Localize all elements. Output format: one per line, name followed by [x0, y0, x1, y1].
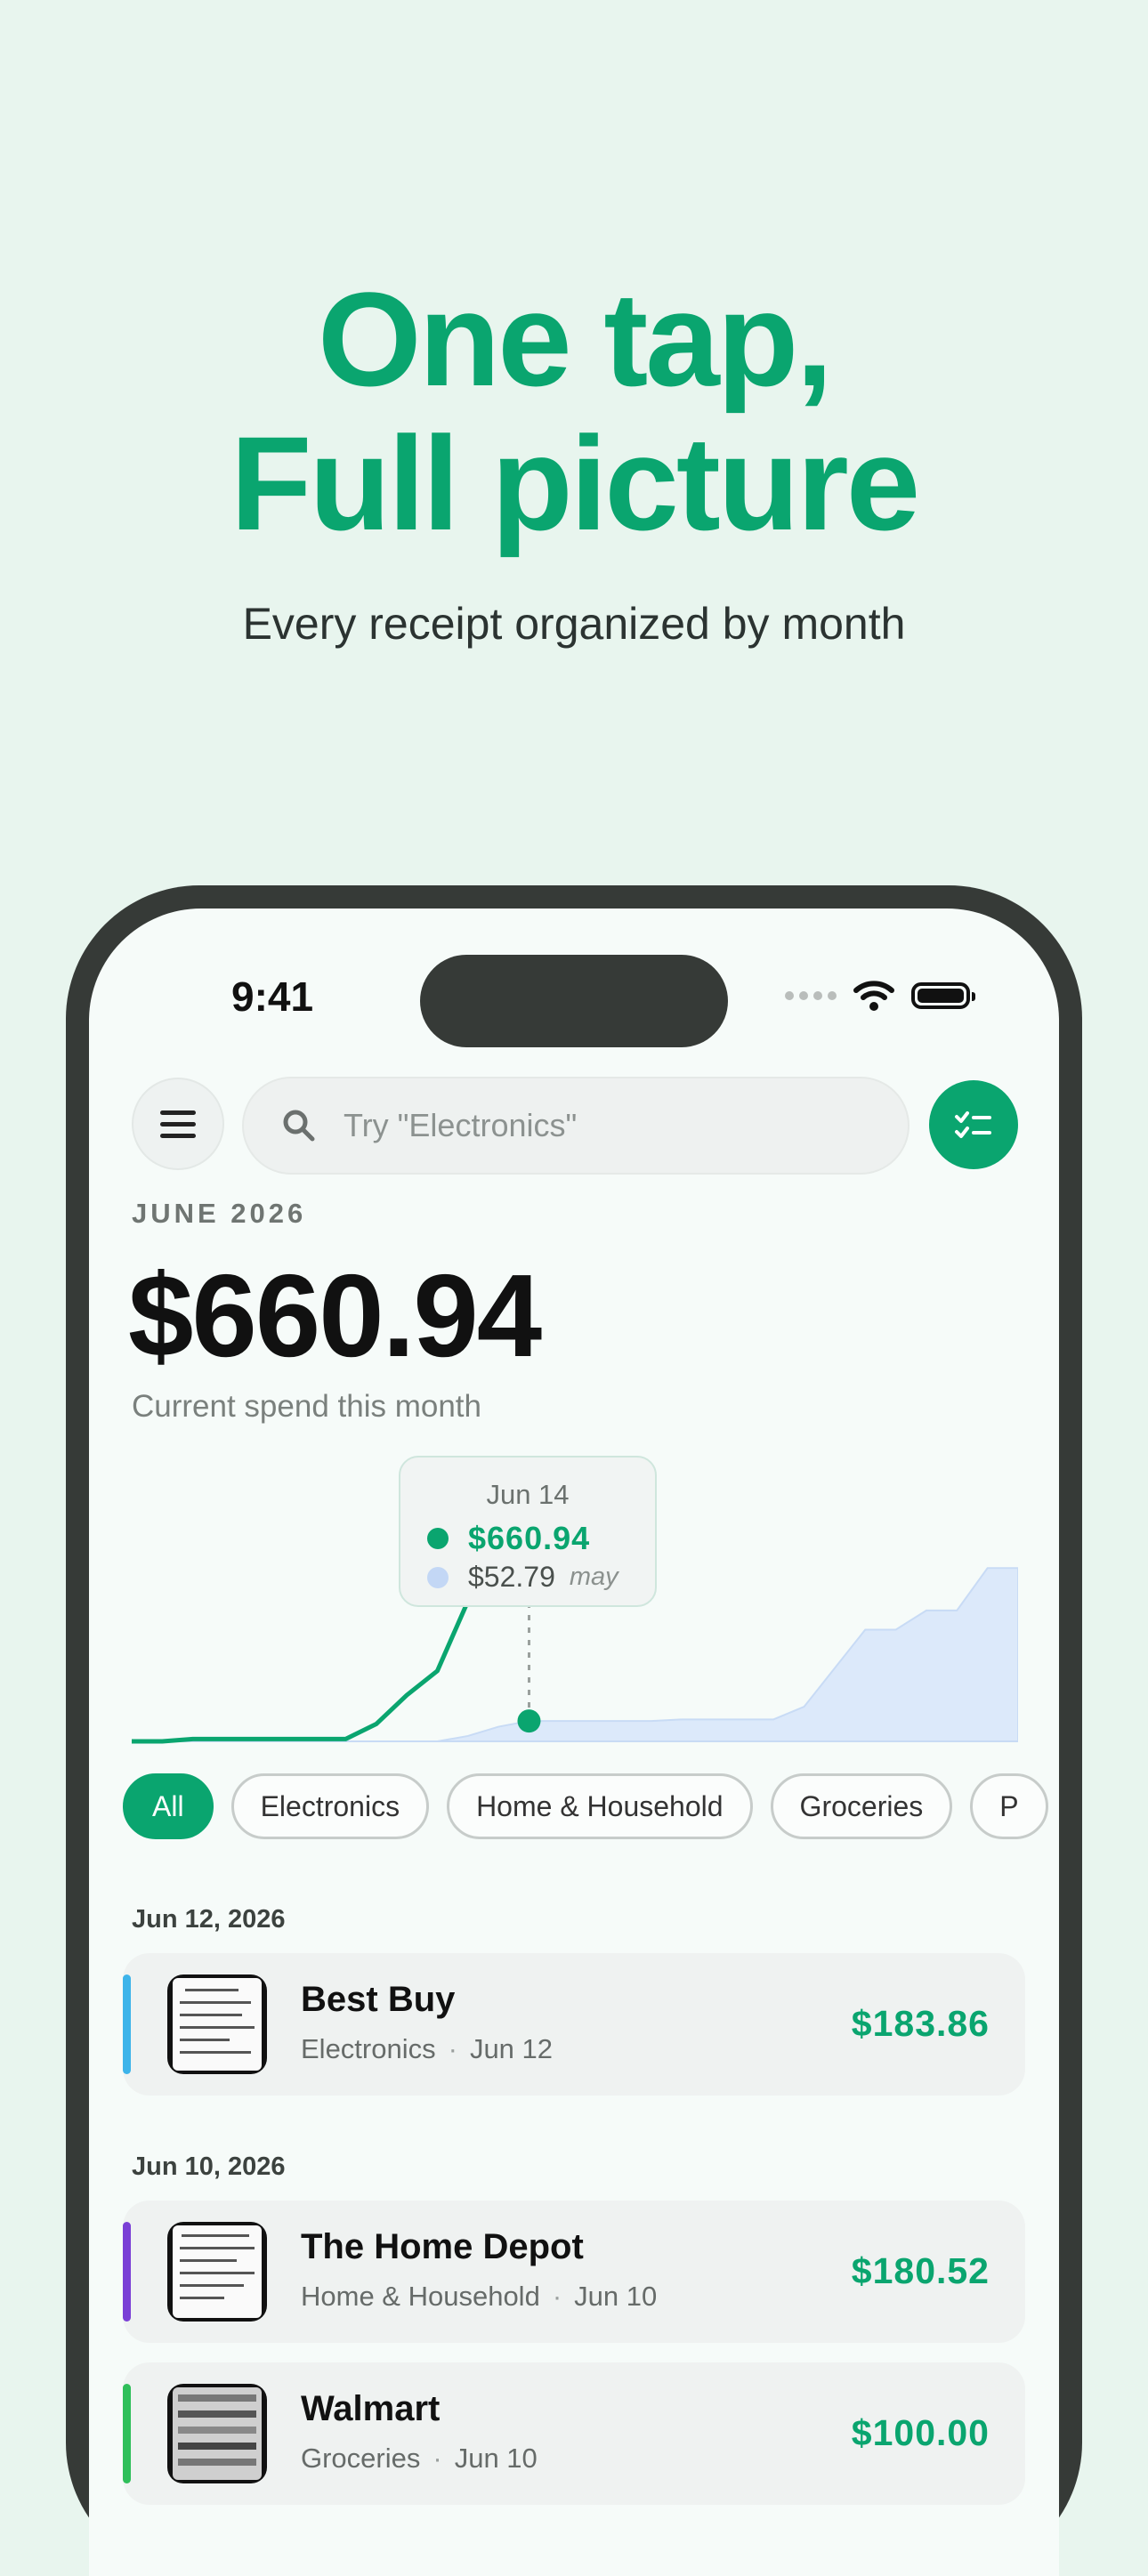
tooltip-previous-value: $52.79 — [468, 1561, 555, 1593]
filter-chip-overflow[interactable]: P — [970, 1773, 1048, 1839]
wifi-icon — [853, 981, 894, 1011]
category-color-bar — [123, 2222, 131, 2322]
receipt-category: Home & Household — [301, 2281, 540, 2312]
hero-title-line-1: One tap, — [317, 264, 833, 414]
total-caption: Current spend this month — [132, 1389, 481, 1424]
signal-icon — [785, 991, 837, 1000]
filter-button[interactable] — [929, 1080, 1018, 1169]
tooltip-current-row: $660.94 — [427, 1520, 590, 1557]
receipt-meta: Groceries · Jun 10 — [301, 2443, 538, 2475]
hero-subtitle: Every receipt organized by month — [242, 599, 906, 649]
receipt-meta: Home & Household · Jun 10 — [301, 2281, 657, 2313]
merchant-name: The Home Depot — [301, 2227, 584, 2266]
tooltip-date: Jun 14 — [486, 1479, 570, 1510]
tooltip-previous-label: may — [569, 1563, 618, 1591]
search-icon — [283, 1110, 315, 1142]
receipt-thumbnail — [167, 2222, 267, 2322]
dynamic-island — [420, 955, 728, 1047]
category-filters: All Electronics Home & Household Groceri… — [123, 1773, 1048, 1839]
hero-title: One tap, Full picture — [0, 267, 1148, 555]
filter-chip-home-household[interactable]: Home & Household — [447, 1773, 753, 1839]
hero-title-line-2: Full picture — [230, 408, 920, 558]
receipt-thumbnail — [167, 2384, 267, 2483]
previous-series-dot — [427, 1566, 449, 1588]
date-group-header: Jun 10, 2026 — [132, 2152, 286, 2181]
receipt-thumbnail — [167, 1974, 267, 2074]
phone-frame: 9:41 Try "Electronics" JUNE 2026 $660.94… — [66, 885, 1082, 2576]
hamburger-icon — [160, 1110, 196, 1115]
checklist-icon — [955, 1111, 991, 1138]
date-group-header: Jun 12, 2026 — [132, 1905, 286, 1934]
merchant-name: Walmart — [301, 2389, 441, 2428]
receipt-meta: Electronics · Jun 12 — [301, 2033, 553, 2065]
meta-separator: · — [552, 2281, 562, 2312]
receipt-amount: $180.52 — [851, 2250, 990, 2291]
receipt-date: Jun 10 — [574, 2281, 658, 2312]
receipt-amount: $183.86 — [851, 2003, 990, 2044]
receipt-row[interactable]: The Home Depot Home & Household · Jun 10 $… — [123, 2201, 1025, 2343]
category-color-bar — [123, 2384, 131, 2483]
receipt-row[interactable]: Best Buy Electronics · Jun 12 $183.86 — [123, 1953, 1025, 2096]
current-series-dot — [427, 1528, 449, 1549]
status-icons — [785, 980, 975, 1012]
receipt-category: Groceries — [301, 2443, 421, 2474]
category-color-bar — [123, 1974, 131, 2074]
meta-separator: · — [448, 2033, 457, 2064]
receipt-amount: $100.00 — [851, 2412, 990, 2453]
receipt-date: Jun 10 — [454, 2443, 538, 2474]
receipt-category: Electronics — [301, 2033, 436, 2064]
status-time: 9:41 — [231, 973, 314, 1020]
chart-tooltip: Jun 14 $660.94 $52.79 may — [399, 1456, 657, 1607]
meta-separator: · — [433, 2443, 442, 2474]
phone-screen: 9:41 Try "Electronics" JUNE 2026 $660.94… — [89, 908, 1059, 2576]
monthly-total: $660.94 — [128, 1250, 542, 1381]
month-label: JUNE 2026 — [132, 1198, 307, 1229]
receipt-date: Jun 12 — [469, 2033, 554, 2064]
receipt-row[interactable]: Walmart Groceries · Jun 10 $100.00 — [123, 2362, 1025, 2505]
filter-chip-electronics[interactable]: Electronics — [230, 1773, 430, 1839]
battery-icon — [911, 982, 975, 1009]
search-input[interactable] — [342, 1106, 790, 1145]
filter-chip-groceries[interactable]: Groceries — [770, 1773, 953, 1839]
merchant-name: Best Buy — [301, 1980, 456, 2019]
chart-marker[interactable] — [517, 1709, 541, 1733]
filter-chip-all[interactable]: All — [123, 1773, 214, 1839]
tooltip-previous-row: $52.79 may — [427, 1561, 618, 1594]
menu-button[interactable] — [132, 1078, 224, 1170]
search-bar[interactable] — [242, 1077, 910, 1175]
tooltip-current-value: $660.94 — [468, 1520, 591, 1556]
